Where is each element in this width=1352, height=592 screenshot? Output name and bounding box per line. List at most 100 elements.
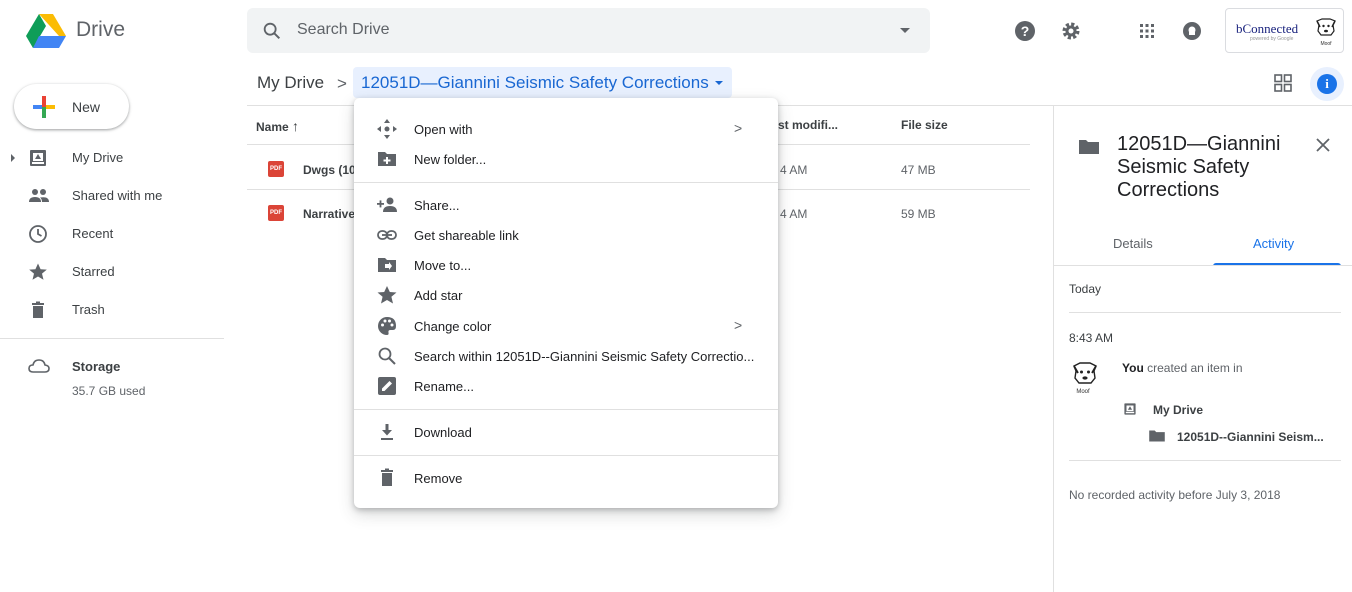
rename-pencil-icon <box>378 377 396 395</box>
menu-item-share[interactable]: Share... <box>354 190 778 220</box>
file-modified: 4 AM <box>780 207 808 221</box>
menu-item-label: Get shareable link <box>414 228 519 243</box>
drive-logo-icon[interactable] <box>26 12 66 48</box>
my-drive-icon <box>1124 403 1136 415</box>
account-brand-button[interactable]: bConnected powered by Google Moof <box>1225 8 1344 53</box>
menu-item-download[interactable]: Download <box>354 417 778 447</box>
cloud-icon[interactable] <box>28 357 50 375</box>
new-folder-icon <box>378 152 396 166</box>
my-drive-icon <box>30 150 46 166</box>
menu-item-get-shareable-link[interactable]: Get shareable link <box>354 220 778 250</box>
storage-used: 35.7 GB used <box>72 384 146 398</box>
menu-divider <box>354 409 778 410</box>
svg-text:?: ? <box>1021 23 1030 39</box>
file-size: 47 MB <box>901 163 936 177</box>
no-activity-note: No recorded activity before July 3, 2018 <box>1069 488 1281 502</box>
search-icon <box>378 347 396 365</box>
menu-item-change-color[interactable]: Change color > <box>354 311 778 341</box>
search-bar[interactable] <box>247 8 930 53</box>
column-header-modified[interactable]: st modifi... <box>778 118 838 132</box>
app-name: Drive <box>76 18 126 41</box>
grid-view-icon[interactable] <box>1273 73 1293 93</box>
breadcrumb-current-folder[interactable]: 12051D—Giannini Seismic Safety Correctio… <box>353 67 732 98</box>
top-bar: Drive ? bConnected powered by Google Moo… <box>0 0 1352 62</box>
sidebar-item-shared-with-me[interactable]: Shared with me <box>0 179 230 213</box>
tab-details[interactable]: Details <box>1113 236 1153 251</box>
pdf-file-icon: PDF <box>268 205 284 221</box>
menu-item-rename[interactable]: Rename... <box>354 371 778 401</box>
sidebar-item-my-drive[interactable]: My Drive <box>0 141 230 175</box>
sidebar-divider <box>0 338 224 339</box>
menu-item-open-with[interactable]: Open with > <box>354 114 778 144</box>
activity-date-header: Today <box>1069 282 1102 296</box>
menu-item-remove[interactable]: Remove <box>354 463 778 493</box>
notifications-icon[interactable] <box>1180 19 1204 43</box>
sort-arrow-up-icon[interactable]: ↑ <box>292 118 299 134</box>
file-name: Dwgs (10 <box>303 163 356 177</box>
menu-item-label: Share... <box>414 198 460 213</box>
sidebar-item-label: Recent <box>72 226 114 241</box>
activity-description: You created an item in <box>1122 361 1243 375</box>
link-icon <box>377 230 397 240</box>
sidebar-item-recent[interactable]: Recent <box>0 217 230 251</box>
file-name: Narrative <box>303 207 356 221</box>
sidebar-item-label: Starred <box>72 264 115 279</box>
search-options-icon[interactable] <box>900 28 910 33</box>
brand-subtitle: powered by Google <box>1250 36 1294 42</box>
help-icon[interactable]: ? <box>1013 19 1037 43</box>
submenu-chevron-icon: > <box>734 120 743 136</box>
menu-item-add-star[interactable]: Add star <box>354 280 778 310</box>
new-button[interactable]: New <box>14 84 129 129</box>
folder-icon <box>1079 140 1099 154</box>
storage-label[interactable]: Storage <box>72 359 120 374</box>
activity-actor: You <box>1122 361 1144 375</box>
activity-divider <box>1069 460 1341 461</box>
menu-item-label: Move to... <box>414 258 472 273</box>
sidebar-item-trash[interactable]: Trash <box>0 293 230 327</box>
activity-divider <box>1069 312 1341 313</box>
dropdown-caret-icon <box>715 81 723 85</box>
download-icon <box>381 424 393 440</box>
settings-gear-icon[interactable] <box>1059 19 1083 43</box>
account-avatar-icon: Moof <box>1316 18 1336 47</box>
menu-item-label: Search within 12051D--Giannini Seismic S… <box>414 349 755 364</box>
breadcrumb-my-drive[interactable]: My Drive <box>257 73 324 93</box>
menu-item-new-folder[interactable]: New folder... <box>354 144 778 174</box>
expand-arrow-icon[interactable] <box>11 154 15 162</box>
details-pane-title: 12051D—Giannini Seismic Safety Correctio… <box>1117 133 1281 201</box>
close-icon[interactable] <box>1313 135 1333 155</box>
details-info-button[interactable]: i <box>1310 67 1344 101</box>
trash-icon <box>32 301 44 318</box>
add-person-icon <box>377 197 397 212</box>
trash-icon <box>381 468 393 486</box>
sidebar-item-label: Trash <box>72 302 105 317</box>
menu-item-label: Rename... <box>414 379 474 394</box>
brand-logo-text: bConnected <box>1236 21 1299 36</box>
search-icon[interactable] <box>261 20 283 42</box>
palette-icon <box>378 317 396 335</box>
sidebar-item-starred[interactable]: Starred <box>0 255 230 289</box>
menu-item-search-within[interactable]: Search within 12051D--Giannini Seismic S… <box>354 341 778 371</box>
menu-divider <box>354 182 778 183</box>
details-pane-border <box>1053 105 1054 592</box>
tab-activity[interactable]: Activity <box>1253 236 1294 251</box>
file-modified: 4 AM <box>780 163 808 177</box>
column-header-file-size[interactable]: File size <box>901 118 948 132</box>
menu-item-label: Download <box>414 425 472 440</box>
star-icon <box>29 263 47 280</box>
column-header-name[interactable]: Name ↑ <box>256 118 299 134</box>
clock-icon <box>29 225 47 243</box>
search-input[interactable] <box>297 17 857 43</box>
file-size: 59 MB <box>901 207 936 221</box>
menu-item-move-to[interactable]: Move to... <box>354 250 778 280</box>
activity-location-folder[interactable]: 12051D--Giannini Seism... <box>1177 430 1324 444</box>
move-to-folder-icon <box>378 258 396 272</box>
people-icon <box>29 189 49 202</box>
colorful-plus-icon <box>33 96 55 118</box>
activity-time: 8:43 AM <box>1069 331 1114 345</box>
sidebar-item-label: Shared with me <box>72 188 163 203</box>
info-icon: i <box>1317 74 1337 94</box>
apps-grid-icon[interactable] <box>1135 19 1159 43</box>
activity-location-root[interactable]: My Drive <box>1153 403 1203 417</box>
folder-icon <box>1149 430 1165 442</box>
